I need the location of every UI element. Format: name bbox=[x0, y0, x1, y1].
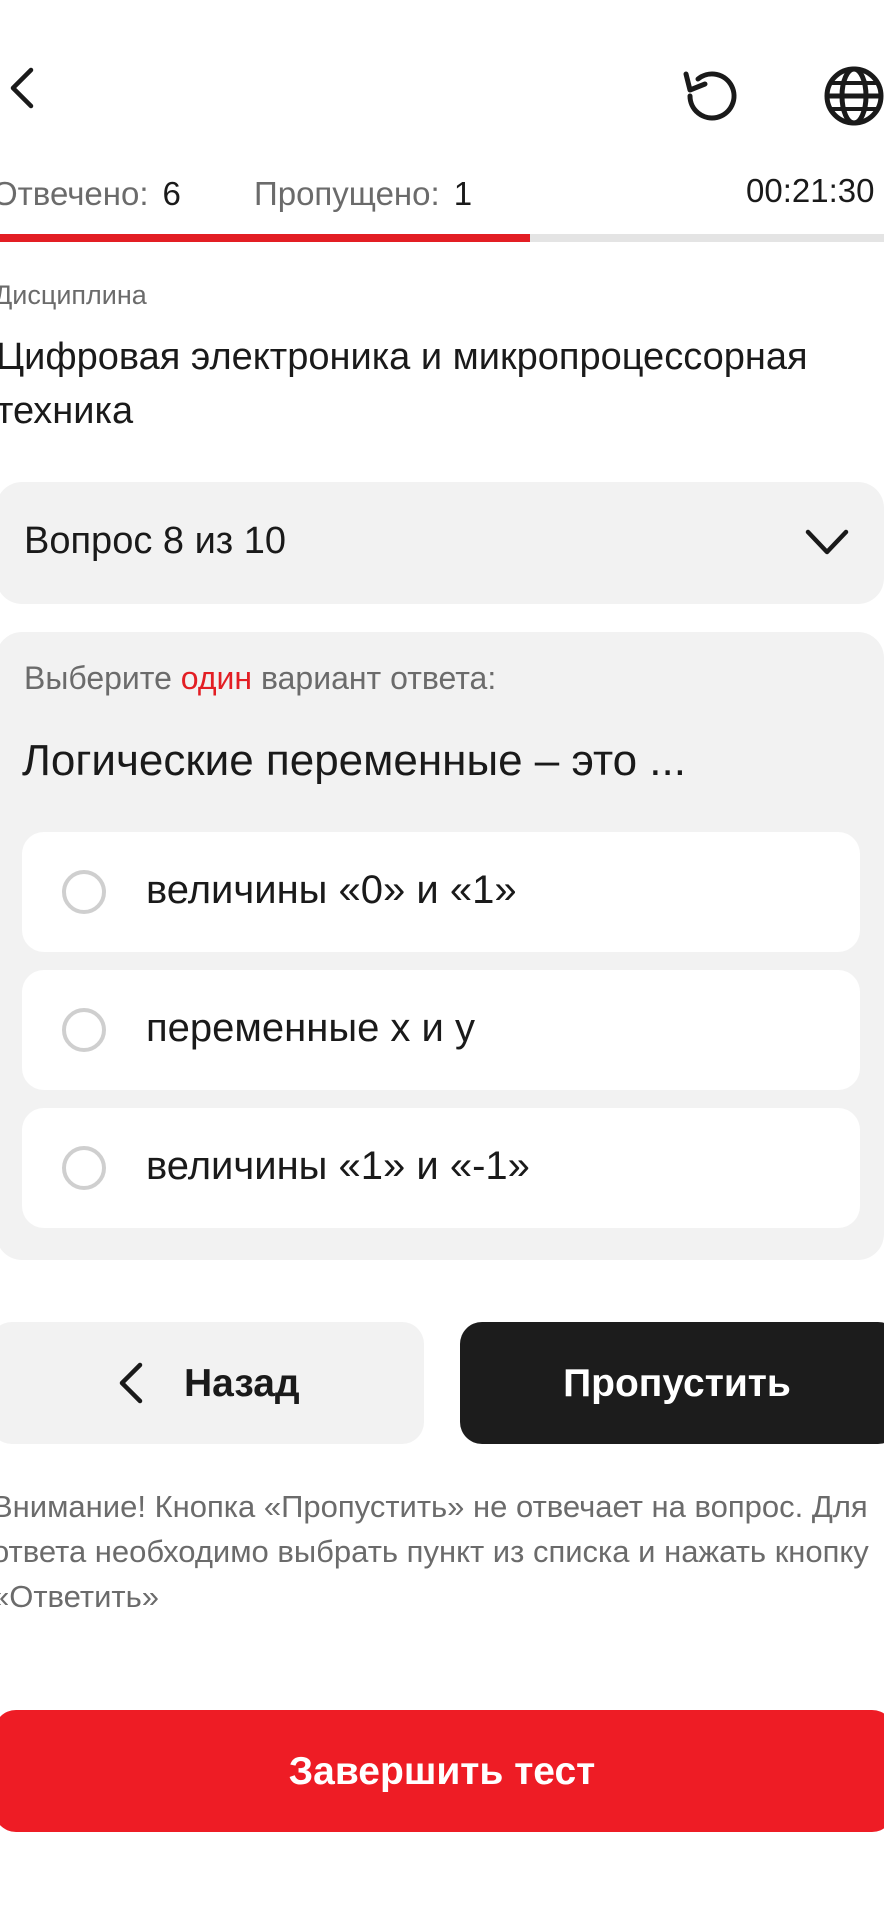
question-text: Логические переменные – это ... bbox=[22, 736, 686, 785]
chevron-down-icon bbox=[805, 529, 849, 555]
question-instruction: Выберите один вариант ответа: bbox=[24, 660, 496, 697]
refresh-icon[interactable] bbox=[670, 58, 746, 134]
answer-option[interactable]: величины «1» и «-1» bbox=[22, 1108, 860, 1228]
radio-button[interactable] bbox=[62, 870, 106, 914]
question-selector-label: Вопрос 8 из 10 bbox=[24, 520, 287, 562]
instruction-accent: один bbox=[180, 660, 253, 696]
progress-bar bbox=[0, 234, 884, 242]
discipline-title: Цифровая электроника и микропроцессорная… bbox=[0, 336, 808, 432]
progress-fill bbox=[0, 234, 531, 242]
chevron-left-icon bbox=[119, 1362, 143, 1404]
skipped-label: Пропущено: bbox=[254, 175, 440, 212]
answered-label: Отвечено: bbox=[0, 175, 149, 212]
skipped-value: 1 bbox=[453, 175, 473, 212]
question-selector[interactable]: Вопрос 8 из 10 bbox=[0, 482, 884, 604]
back-button[interactable]: Назад bbox=[0, 1322, 424, 1444]
answer-option-label: величины «0» и «1» bbox=[146, 868, 517, 912]
discipline-caption: Дисциплина bbox=[0, 280, 147, 310]
back-icon[interactable] bbox=[0, 58, 44, 118]
skip-button[interactable]: Пропустить bbox=[460, 1322, 884, 1444]
answered-counter: Отвечено: 6 bbox=[0, 172, 181, 216]
answer-option[interactable]: величины «0» и «1» bbox=[22, 832, 860, 952]
skipped-counter: Пропущено: 1 bbox=[254, 172, 472, 216]
warning-text: Внимание! Кнопка «Пропустить» не отвечае… bbox=[0, 1489, 869, 1614]
timer: 00:21:30 bbox=[746, 172, 875, 209]
finish-test-label: Завершить тест bbox=[288, 1750, 596, 1793]
instruction-prefix: Выберите bbox=[24, 660, 181, 696]
answer-option[interactable]: переменные x и y bbox=[22, 970, 860, 1090]
radio-button[interactable] bbox=[62, 1008, 106, 1052]
instruction-suffix: вариант ответа: bbox=[252, 660, 497, 696]
radio-button[interactable] bbox=[62, 1146, 106, 1190]
answer-option-label: переменные x и y bbox=[146, 1006, 476, 1050]
finish-test-button[interactable]: Завершить тест bbox=[0, 1710, 884, 1832]
skip-button-label: Пропустить bbox=[563, 1362, 791, 1405]
back-button-label: Назад bbox=[184, 1362, 300, 1405]
globe-icon[interactable] bbox=[816, 58, 884, 134]
question-card: Выберите один вариант ответа: Логические… bbox=[0, 632, 884, 1260]
answer-option-label: величины «1» и «-1» bbox=[146, 1144, 530, 1188]
answered-value: 6 bbox=[162, 175, 181, 212]
